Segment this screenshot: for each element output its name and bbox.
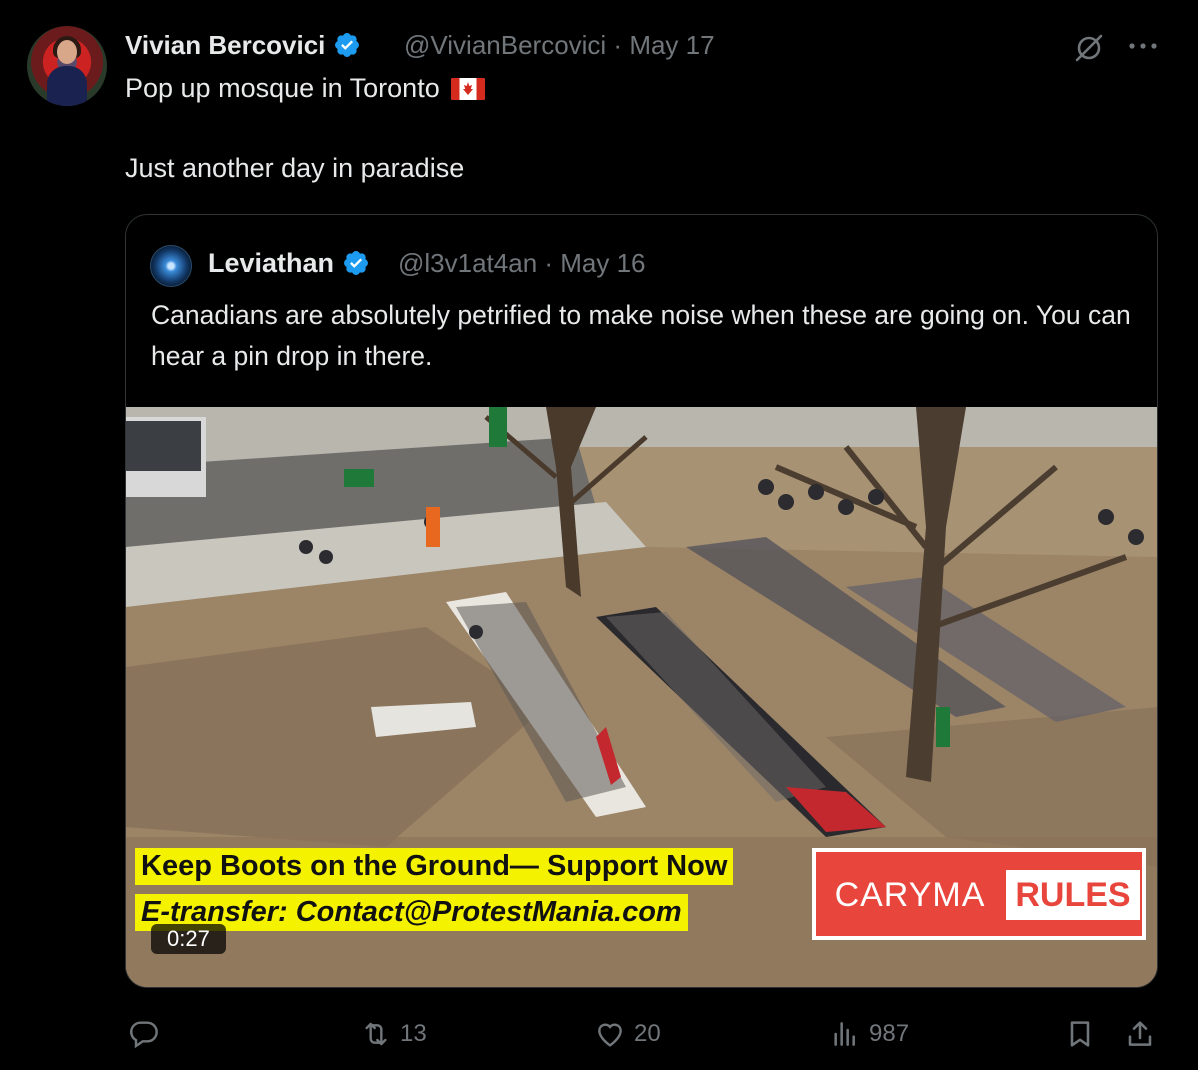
bookmark-icon bbox=[1070, 1021, 1090, 1047]
share-icon bbox=[1128, 1021, 1152, 1046]
retweet-count: 13 bbox=[400, 1020, 427, 1047]
retweet-button[interactable]: 13 bbox=[360, 1018, 427, 1050]
video-watermark: CARYMA RULES bbox=[812, 848, 1146, 940]
retweet-icon bbox=[365, 1022, 387, 1046]
tweet-text-line-2: Just another day in paradise bbox=[125, 153, 465, 183]
views-icon bbox=[834, 1022, 855, 1046]
quoted-author-name[interactable]: Leviathan bbox=[208, 248, 370, 279]
quoted-handle-date[interactable]: @l3v1at4an · May 16 bbox=[398, 248, 646, 279]
more-icon[interactable] bbox=[1126, 36, 1160, 56]
views-count: 987 bbox=[869, 1020, 910, 1047]
tweet-text-line-1: Pop up mosque in Toronto bbox=[125, 73, 486, 104]
reply-button[interactable] bbox=[128, 1018, 168, 1050]
watermark-left-text: CARYMA bbox=[820, 870, 1000, 920]
verified-badge-icon bbox=[343, 251, 368, 275]
quoted-tweet[interactable]: Leviathan @l3v1at4an · May 16 Canadians … bbox=[125, 214, 1158, 988]
grok-icon[interactable] bbox=[1072, 31, 1106, 65]
quoted-tweet-text: Canadians are absolutely petrified to ma… bbox=[151, 300, 1131, 371]
author-name[interactable]: Vivian Bercovici bbox=[125, 30, 361, 61]
views-button[interactable]: 987 bbox=[829, 1018, 909, 1050]
author-avatar[interactable] bbox=[27, 26, 107, 106]
watermark-right-text: RULES bbox=[1006, 870, 1140, 920]
reply-icon bbox=[130, 1021, 158, 1049]
author-name-text: Vivian Bercovici bbox=[125, 30, 326, 60]
video-caption-line-1: Keep Boots on the Ground— Support Now bbox=[135, 848, 734, 885]
verified-badge-icon bbox=[334, 33, 359, 57]
heart-icon bbox=[598, 1023, 622, 1047]
tweet-text: Pop up mosque in Toronto bbox=[125, 73, 440, 103]
video-duration: 0:27 bbox=[151, 924, 226, 954]
like-count: 20 bbox=[634, 1020, 661, 1047]
quoted-author-name-text: Leviathan bbox=[208, 248, 335, 278]
bookmark-button[interactable] bbox=[1064, 1018, 1096, 1050]
author-handle-date[interactable]: @VivianBercovici · May 17 bbox=[404, 30, 715, 61]
share-button[interactable] bbox=[1124, 1018, 1156, 1050]
canada-flag-icon bbox=[451, 78, 486, 100]
video-player[interactable]: Keep Boots on the Ground— Support Now E-… bbox=[126, 407, 1157, 987]
like-button[interactable]: 20 bbox=[594, 1018, 661, 1050]
quoted-author-avatar[interactable] bbox=[150, 245, 192, 287]
